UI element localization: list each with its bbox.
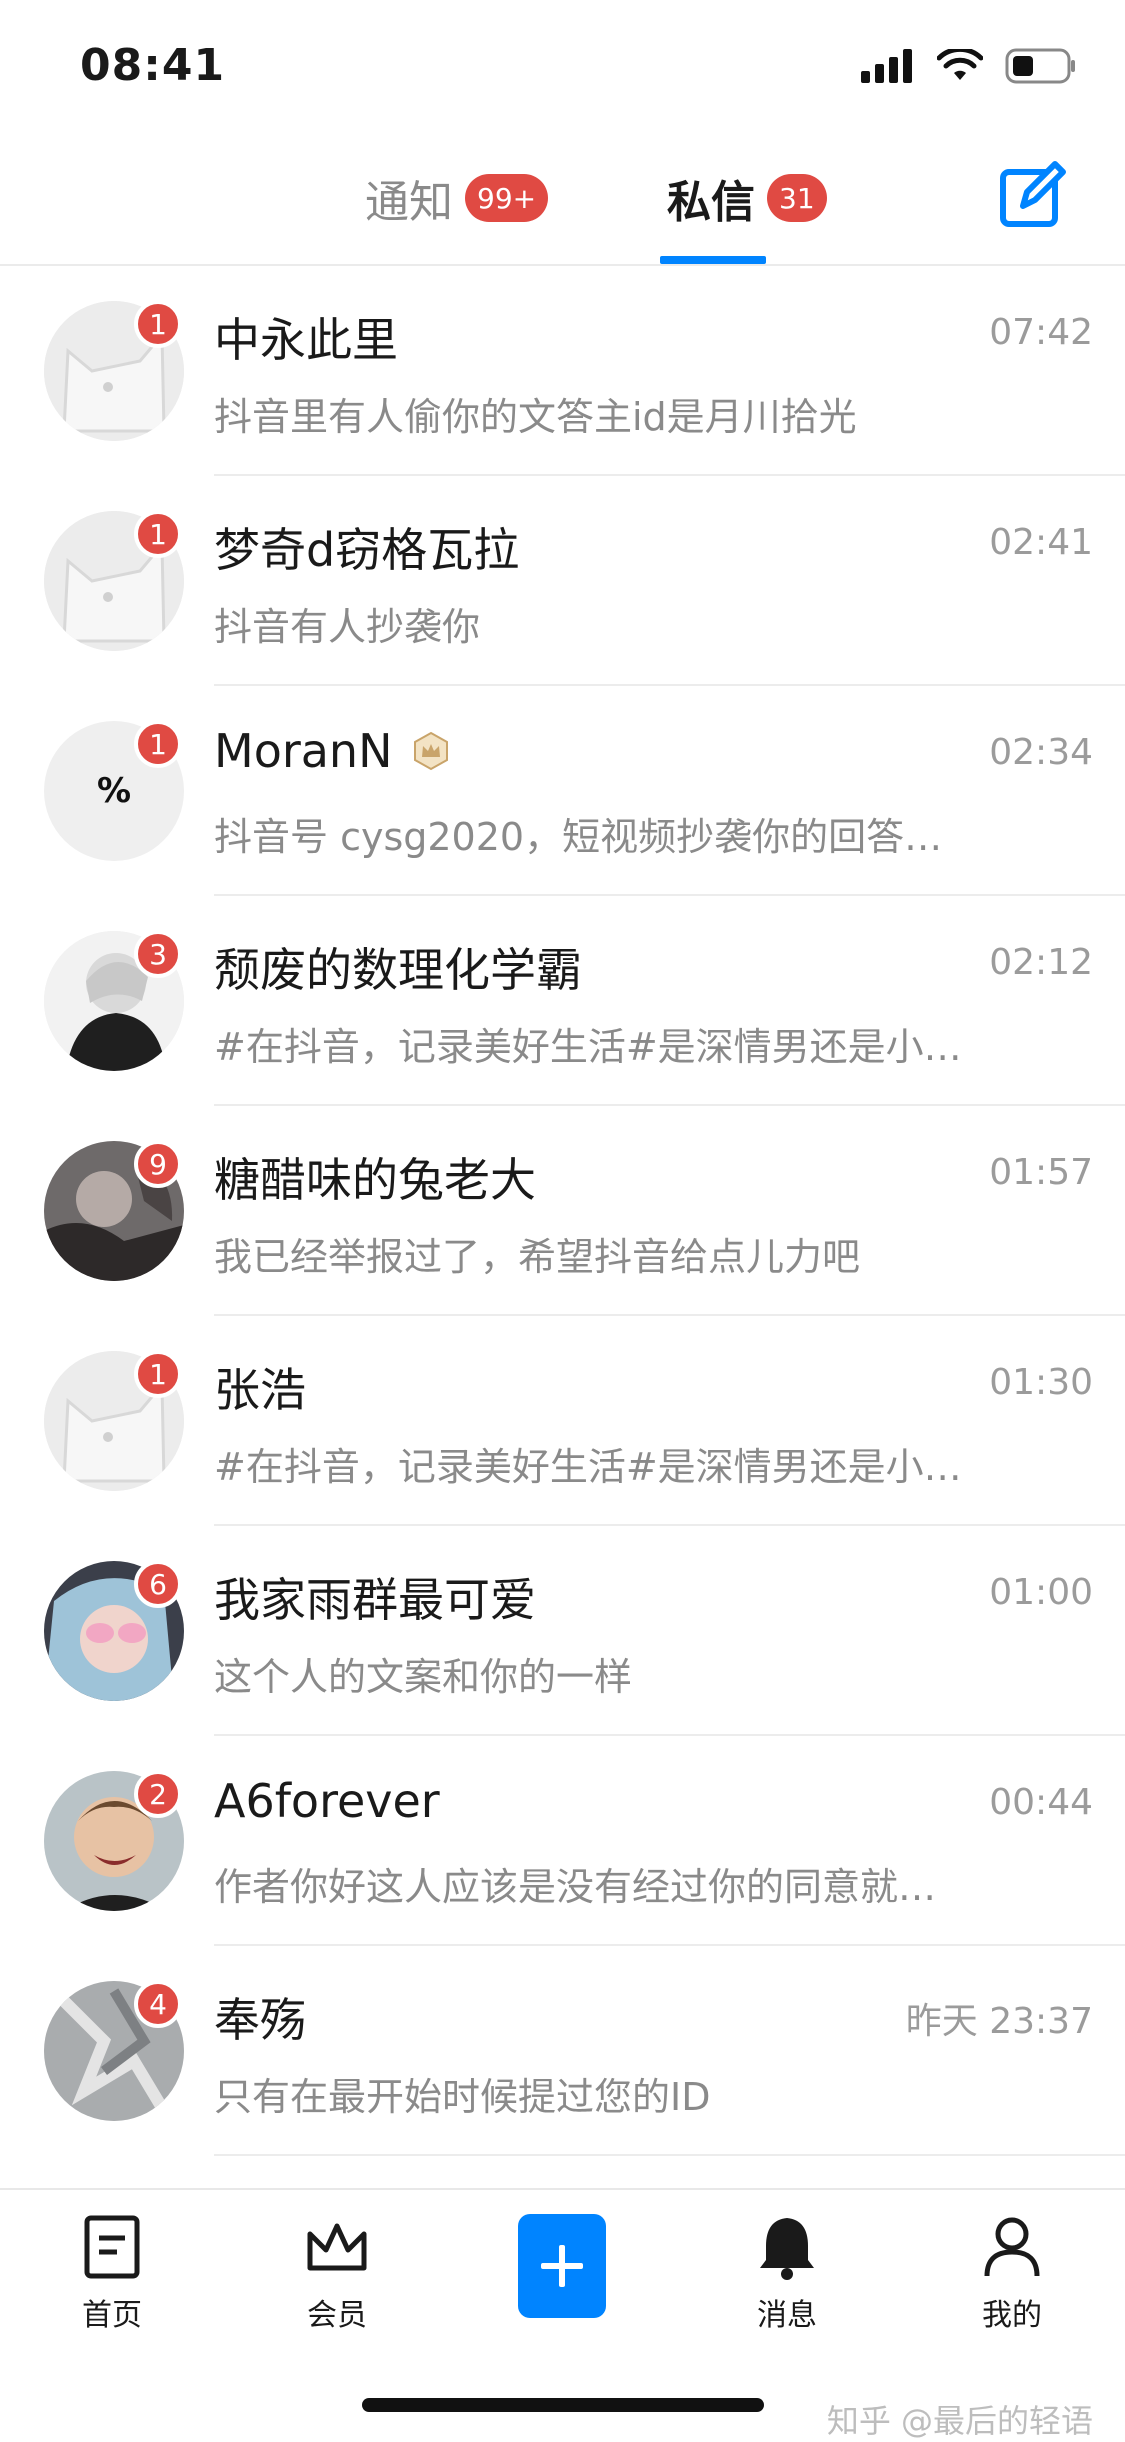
- conversation-preview: 抖音号 cysg2020，短视频抄袭你的回答…: [214, 815, 943, 859]
- conversation-time: 02:41: [989, 522, 1093, 563]
- conversation-preview: 这个人的文案和你的一样: [214, 1655, 633, 1699]
- signal-icon: [861, 49, 912, 83]
- conversation-row[interactable]: 4 奉殇 昨天 23:37 只有在最开始时候提过您的ID: [0, 1946, 1125, 2156]
- tab-messages-nav[interactable]: 消息: [707, 2212, 867, 2334]
- conversation-name: 梦奇d窃格瓦拉: [214, 523, 520, 577]
- conversation-time: 07:42: [989, 312, 1093, 353]
- tab-membership-label: 会员: [307, 2298, 367, 2333]
- home-indicator: [362, 2398, 764, 2412]
- plus-icon: [541, 2245, 583, 2287]
- conversation-row[interactable]: 3 颓废的数理化学霸 02:12 #在抖音，记录美好生活#是深情男还是小…: [0, 896, 1125, 1106]
- divider: [214, 2154, 1125, 2156]
- status-time: 08:41: [80, 40, 226, 91]
- unread-badge: 1: [134, 720, 182, 768]
- conversation-name: 中永此里: [214, 313, 398, 367]
- conversation-row[interactable]: % 1 MoranN 02:34 抖音号 cysg2020，短视频抄袭你的回答…: [0, 686, 1125, 896]
- conversation-row[interactable]: 2 A6forever 00:44 作者你好这人应该是没有经过你的同意就…: [0, 1736, 1125, 1946]
- tab-messages-label: 私信: [667, 177, 755, 228]
- vip-crown-icon: [413, 731, 448, 771]
- tab-membership[interactable]: 会员: [257, 2212, 417, 2334]
- tab-profile[interactable]: 我的: [932, 2212, 1092, 2334]
- unread-badge: 2: [134, 1770, 182, 1818]
- tab-home-label: 首页: [82, 2298, 142, 2333]
- conversation-time: 02:12: [989, 942, 1093, 983]
- conversation-preview: #在抖音，记录美好生活#是深情男还是小…: [214, 1445, 962, 1489]
- active-tab-indicator: [660, 256, 766, 264]
- tab-notifications-label: 通知: [365, 177, 453, 228]
- messages-badge: 31: [767, 174, 827, 222]
- watermark: 知乎 @最后的轻语: [826, 2402, 1093, 2440]
- conversation-name: 奉殇: [214, 1993, 306, 2047]
- conversation-name-wrap: MoranN: [214, 724, 451, 778]
- conversation-name: 颓废的数理化学霸: [214, 943, 582, 997]
- tab-messages-nav-label: 消息: [757, 2298, 817, 2333]
- conversation-name: A6forever: [214, 1774, 440, 1828]
- conversation-preview: 只有在最开始时候提过您的ID: [214, 2075, 711, 2119]
- avatar-text: %: [96, 771, 132, 811]
- unread-badge: 6: [134, 1560, 182, 1608]
- unread-badge: 1: [134, 510, 182, 558]
- conversation-time: 01:00: [989, 1572, 1093, 1613]
- tab-profile-label: 我的: [982, 2298, 1042, 2333]
- conversation-time: 01:30: [989, 1362, 1093, 1403]
- header: 通知 99+ 私信 31: [0, 132, 1125, 266]
- conversation-preview: 抖音有人抄袭你: [214, 605, 481, 649]
- conversation-row[interactable]: 6 我家雨群最可爱 01:00 这个人的文案和你的一样: [0, 1526, 1125, 1736]
- unread-badge: 1: [134, 1350, 182, 1398]
- notifications-badge: 99+: [465, 174, 549, 222]
- conversation-name: MoranN: [214, 724, 393, 778]
- conversation-row[interactable]: 1 张浩 01:30 #在抖音，记录美好生活#是深情男还是小…: [0, 1316, 1125, 1526]
- conversation-row[interactable]: 1 梦奇d窃格瓦拉 02:41 抖音有人抄袭你: [0, 476, 1125, 686]
- conversation-row[interactable]: 1 中永此里 07:42 抖音里有人偷你的文答主id是月川拾光: [0, 266, 1125, 476]
- status-icons: [861, 48, 1077, 84]
- unread-badge: 9: [134, 1140, 182, 1188]
- wifi-icon: [937, 49, 983, 80]
- tab-home[interactable]: 首页: [32, 2212, 192, 2334]
- document-icon: [84, 2215, 140, 2279]
- bell-icon: [760, 2218, 814, 2280]
- unread-badge: 4: [134, 1980, 182, 2028]
- conversation-preview: #在抖音，记录美好生活#是深情男还是小…: [214, 1025, 962, 1069]
- tab-notifications[interactable]: 通知 99+: [365, 132, 549, 264]
- conversation-name: 糖醋味的兔老大: [214, 1153, 536, 1207]
- conversation-name: 我家雨群最可爱: [214, 1573, 536, 1627]
- conversation-row[interactable]: 9 糖醋味的兔老大 01:57 我已经举报过了，希望抖音给点儿力吧: [0, 1106, 1125, 1316]
- unread-badge: 3: [134, 930, 182, 978]
- conversation-time: 昨天 23:37: [905, 2001, 1093, 2042]
- create-button[interactable]: [518, 2214, 606, 2318]
- conversation-name: 张浩: [214, 1363, 306, 1417]
- person-icon: [984, 2217, 1040, 2277]
- crown-icon: [307, 2223, 367, 2271]
- battery-icon: [1005, 48, 1075, 84]
- conversation-preview: 作者你好这人应该是没有经过你的同意就…: [214, 1865, 937, 1909]
- compose-icon[interactable]: [999, 160, 1067, 232]
- conversation-time: 00:44: [989, 1782, 1093, 1823]
- tab-messages[interactable]: 私信 31: [667, 132, 827, 264]
- status-bar: 08:41: [0, 0, 1125, 132]
- conversation-list: 1 中永此里 07:42 抖音里有人偷你的文答主id是月川拾光 1 梦奇d窃格瓦…: [0, 266, 1125, 2156]
- conversation-time: 01:57: [989, 1152, 1093, 1193]
- conversation-preview: 抖音里有人偷你的文答主id是月川拾光: [214, 395, 857, 439]
- conversation-preview: 我已经举报过了，希望抖音给点儿力吧: [214, 1235, 861, 1279]
- conversation-time: 02:34: [989, 732, 1093, 773]
- unread-badge: 1: [134, 300, 182, 348]
